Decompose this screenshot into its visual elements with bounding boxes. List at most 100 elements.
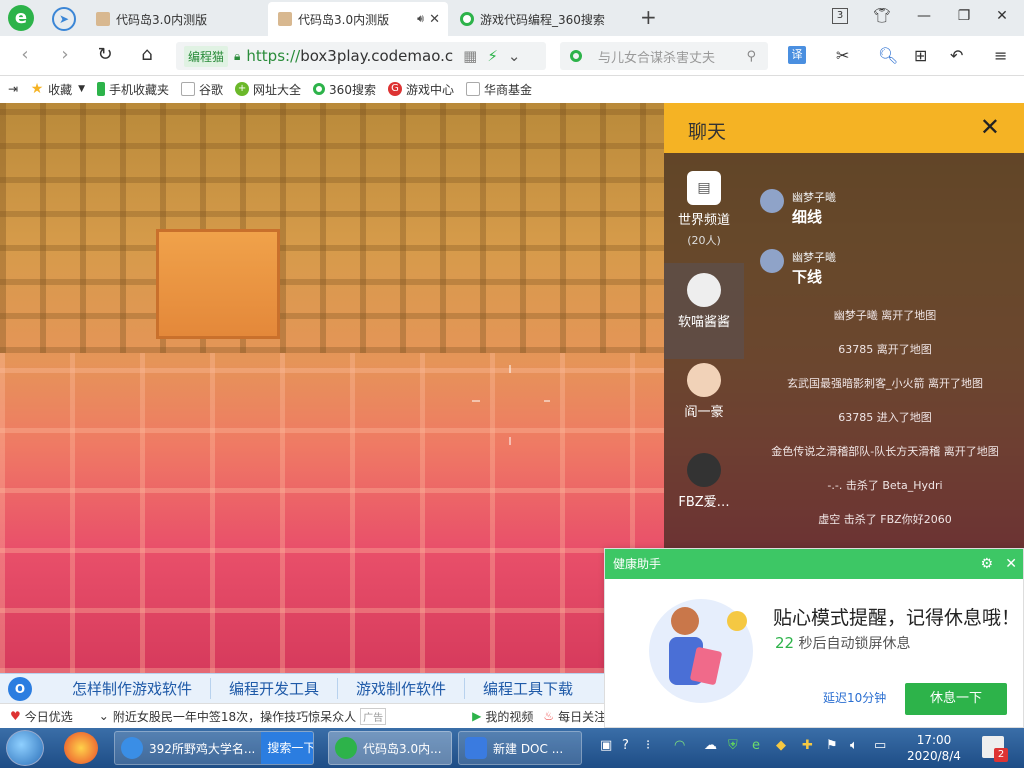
close-icon[interactable]: ✕ [980,113,1000,141]
news-headline[interactable]: 附近女股民一年中签18次，操作技巧惊呆众人 [113,708,356,725]
suggestion-link[interactable]: 怎样制作游戏软件 [54,678,212,699]
search-input[interactable]: 与儿女合谋杀害丈夫 ⚲ [560,42,768,70]
menu-icon[interactable]: ≡ [994,46,1007,65]
wifi-icon[interactable]: ◠ [674,738,685,753]
ad-badge: 广告 [360,707,387,725]
channel-world[interactable]: ▤ 世界频道 (20人) [664,161,744,257]
home-icon[interactable]: ⌂ [136,44,158,65]
taskbar-item-ie[interactable]: 392所野鸡大学名... 搜索一下 [114,731,314,765]
channel-user-3[interactable]: FBZ爱… [664,443,744,539]
taskbar-item-360[interactable]: 代码岛3.0内... [328,731,452,765]
popup-header: 健康助手 ⚙ ✕ [605,549,1023,579]
start-button[interactable] [6,730,44,766]
sidebar-toggle-icon[interactable]: ⇥ [8,82,18,96]
chevron-down-icon[interactable]: ⌄ [508,47,521,65]
taskbar-item-wps[interactable]: 新建 DOC ... [458,731,582,765]
bookmark-game-center[interactable]: G 游戏中心 [387,81,454,98]
new-tab-button[interactable]: + [640,7,657,27]
system-message: 玄武国最强暗影刺客_小火箭 离开了地图 [787,377,983,390]
flag-icon[interactable]: ⚑ [826,738,838,753]
browser-logo-icon[interactable]: e [752,738,760,753]
scissors-icon[interactable]: ✂ [836,46,849,65]
page-icon [465,82,480,96]
speaker-icon[interactable]: 🔈︎ [850,738,858,753]
shirt-icon[interactable]: 👕︎ [872,8,892,24]
monitor-icon[interactable]: ▭ [874,738,886,753]
gear-icon[interactable]: ⚙ [980,549,993,579]
game-icon: G [387,82,402,96]
system-clock[interactable]: 17:00 2020/8/4 [904,732,964,764]
keyboard-icon[interactable]: ▣ [600,738,612,753]
lightning-icon[interactable]: ⚡︎ [487,47,498,65]
bookmark-360search[interactable]: 360搜索 [313,81,376,98]
close-window-icon[interactable]: ✕ [992,8,1012,24]
today-picks[interactable]: 今日优选 [25,708,73,725]
avatar [760,249,784,273]
rest-button[interactable]: 休息一下 [905,683,1007,715]
reload-icon[interactable]: ↻ [94,44,116,65]
search360-icon [313,83,326,95]
app-pinned-icon[interactable] [64,732,98,764]
qr-icon[interactable]: ▦ [463,47,477,65]
my-videos[interactable]: 我的视频 [485,708,533,725]
shield-icon[interactable]: ⛨ [728,738,738,753]
search-button[interactable]: 搜索一下 [261,732,313,764]
search-icon[interactable]: ⚲ [746,49,756,64]
suggestion-link[interactable]: 游戏制作软件 [338,678,466,699]
chat-panel: 聊天 ✕ ▤ 世界频道 (20人) 软喵酱酱 阎一豪 FBZ爱… 幽梦子曦 细线… [664,103,1024,548]
restore-icon[interactable]: ❐ [954,8,974,24]
bookmark-mobile[interactable]: 手机收藏夹 [97,81,169,98]
chat-header: 聊天 ✕ [664,103,1024,153]
help-icon[interactable]: ? [622,738,629,753]
reminder-title: 贴心模式提醒，记得休息哦！ [773,607,1021,629]
plus-icon[interactable]: ✚ [802,738,813,753]
delay-link[interactable]: 延迟10分钟 [823,689,886,706]
doorway [156,229,280,339]
ie-icon [121,737,143,759]
avatar [687,273,721,307]
bookmark-favorites[interactable]: ★ 收藏 ▼ [30,81,85,98]
chat-bubble-icon: ▤ [687,171,721,205]
input-method-icon[interactable]: ⁝ [646,738,650,753]
bookmark-google[interactable]: 谷歌 [181,81,223,98]
apps-grid-icon[interactable]: ⊞ [914,46,927,65]
notification-icon[interactable]: 2 [982,736,1008,762]
channel-user-1[interactable]: 软喵酱酱 [664,263,744,359]
tab-codemao-2[interactable]: 代码岛3.0内测版 🔊︎ ✕ [268,2,448,36]
url-field[interactable]: 编程猫 🔒︎ https://box3play.codemao.c ▦ ⚡︎ ⌄ [176,42,546,70]
tab-360-search[interactable]: 游戏代码编程_360搜索 [450,2,630,36]
system-message: 金色传说之滑稽部队-队长方天滑稽 离开了地图 [771,445,999,458]
undo-icon[interactable]: ↶ [950,46,963,65]
bookmark-hao[interactable]: + 网址大全 [235,81,301,98]
search360-icon[interactable]: O [8,676,32,701]
lock-icon: 🔒︎ [234,48,241,63]
suggestion-link[interactable]: 编程开发工具 [211,678,339,699]
speaker-icon[interactable]: 🔊︎ [417,12,424,26]
close-icon[interactable]: ✕ [1005,549,1017,579]
windows-taskbar: 392所野鸡大学名... 搜索一下 代码岛3.0内... 新建 DOC ... … [0,728,1024,768]
daily-focus[interactable]: 每日关注 [558,708,604,725]
wps-icon [465,737,487,759]
browser-logo-icon[interactable]: e [8,5,34,31]
back-icon[interactable]: ‹ [14,44,36,65]
translate-icon[interactable]: 译 [788,46,806,64]
notification-badge: 2 [994,748,1008,762]
box-icon [96,12,110,26]
chat-title: 聊天 [688,121,727,143]
tab-codemao-1[interactable]: 代码岛3.0内测版 [86,2,268,36]
forward-icon[interactable]: › [54,44,76,65]
close-icon[interactable]: ✕ [429,12,440,27]
crosshair-icon [472,365,550,445]
send-icon[interactable]: ➤ [52,7,76,31]
cloud-icon[interactable]: ☁ [704,738,717,753]
page-icon [181,82,196,96]
game-icon[interactable]: ◆ [776,738,786,753]
bookmark-fund[interactable]: 华商基金 [465,81,532,98]
channel-user-2[interactable]: 阎一豪 [664,353,744,449]
suggestion-link[interactable]: 编程工具下载 [465,678,591,699]
tab-count-badge[interactable]: 3 [832,8,848,24]
system-message: 幽梦子曦 离开了地图 [833,309,937,322]
minimize-icon[interactable]: — [914,8,934,24]
magnifier-icon[interactable]: 🔍︎ [878,46,898,65]
hao-icon: + [235,82,250,96]
